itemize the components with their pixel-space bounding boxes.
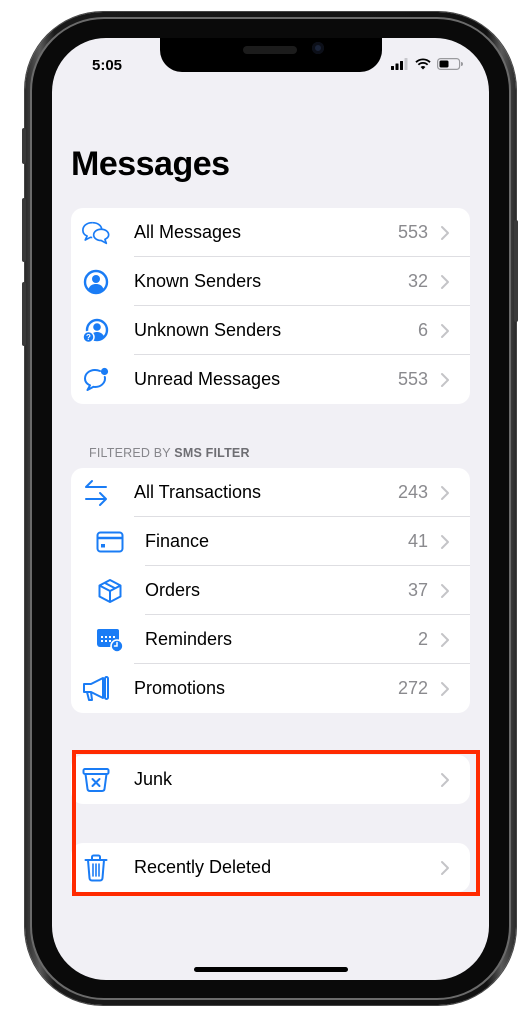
person-question-icon: ? bbox=[81, 316, 111, 346]
notch bbox=[160, 38, 382, 72]
row-all-messages[interactable]: All Messages 553 bbox=[71, 208, 470, 257]
mute-switch bbox=[22, 128, 26, 164]
row-count: 37 bbox=[407, 580, 428, 600]
section-header-filter-name: SMS FILTER bbox=[174, 446, 250, 460]
inbox-filters-card: All Messages 553 Known Senders 32 ? Unkn… bbox=[71, 208, 470, 404]
chevron-right-icon bbox=[441, 486, 449, 500]
calendar-clock-icon bbox=[95, 625, 125, 655]
row-count: 553 bbox=[397, 222, 428, 242]
row-count: 243 bbox=[397, 482, 428, 502]
row-label: Promotions bbox=[134, 678, 226, 698]
arrows-left-right-icon bbox=[81, 478, 111, 508]
chevron-right-icon bbox=[441, 682, 449, 696]
row-finance[interactable]: Finance 41 bbox=[71, 517, 470, 566]
row-label: Unknown Senders bbox=[134, 320, 282, 340]
row-label: All Messages bbox=[134, 222, 242, 242]
row-count: 272 bbox=[397, 678, 428, 698]
row-orders[interactable]: Orders 37 bbox=[71, 566, 470, 615]
page-title: Messages bbox=[71, 145, 230, 183]
home-indicator[interactable] bbox=[194, 967, 348, 972]
megaphone-icon bbox=[81, 674, 111, 704]
person-circle-icon bbox=[81, 267, 111, 297]
row-recently-deleted[interactable]: Recently Deleted bbox=[71, 843, 470, 892]
row-label: All Transactions bbox=[134, 482, 262, 502]
chevron-right-icon bbox=[441, 584, 449, 598]
recently-deleted-card: Recently Deleted bbox=[71, 843, 470, 892]
row-count: 32 bbox=[407, 271, 428, 291]
row-junk[interactable]: Junk bbox=[71, 755, 470, 804]
row-label: Orders bbox=[145, 580, 201, 600]
row-label: Reminders bbox=[145, 629, 233, 649]
chevron-right-icon bbox=[441, 275, 449, 289]
row-label: Unread Messages bbox=[134, 369, 281, 389]
wifi-icon bbox=[415, 58, 431, 70]
speaker bbox=[243, 46, 297, 54]
row-unknown-senders[interactable]: ? Unknown Senders 6 bbox=[71, 306, 470, 355]
row-count: 6 bbox=[417, 320, 428, 340]
row-count: 553 bbox=[397, 369, 428, 389]
row-label: Recently Deleted bbox=[134, 857, 272, 877]
signal-icon bbox=[391, 58, 408, 70]
volume-down-button bbox=[22, 282, 26, 346]
volume-up-button bbox=[22, 198, 26, 262]
battery-icon bbox=[437, 58, 463, 70]
status-time: 5:05 bbox=[92, 57, 123, 74]
row-label: Known Senders bbox=[134, 271, 262, 291]
row-unread-messages[interactable]: Unread Messages 553 bbox=[71, 355, 470, 404]
status-icons bbox=[391, 58, 463, 70]
front-camera bbox=[312, 42, 324, 54]
row-all-transactions[interactable]: All Transactions 243 bbox=[71, 468, 470, 517]
row-count: 2 bbox=[417, 629, 428, 649]
row-known-senders[interactable]: Known Senders 32 bbox=[71, 257, 470, 306]
sms-filter-card: All Transactions 243 Finance 41 Orders 3… bbox=[71, 468, 470, 713]
row-label: Junk bbox=[134, 769, 173, 789]
side-button bbox=[514, 220, 518, 322]
section-header: FILTERED BY SMS FILTER bbox=[89, 446, 250, 460]
chevron-right-icon bbox=[441, 324, 449, 338]
junk-bin-icon bbox=[81, 765, 111, 795]
trash-icon bbox=[81, 853, 111, 883]
unread-bubble-icon bbox=[81, 365, 111, 395]
chevron-right-icon bbox=[441, 633, 449, 647]
row-count: 41 bbox=[407, 531, 428, 551]
row-promotions[interactable]: Promotions 272 bbox=[71, 664, 470, 713]
chevron-right-icon bbox=[441, 535, 449, 549]
svg-text:?: ? bbox=[86, 333, 91, 342]
chevron-right-icon bbox=[441, 861, 449, 875]
chat-bubbles-icon bbox=[81, 218, 111, 248]
box-icon bbox=[95, 576, 125, 606]
section-header-prefix: FILTERED BY bbox=[89, 446, 175, 460]
chevron-right-icon bbox=[441, 226, 449, 240]
credit-card-icon bbox=[95, 527, 125, 557]
screen: 5:05 Messages All Messages 553 Known Sen… bbox=[52, 38, 489, 980]
chevron-right-icon bbox=[441, 773, 449, 787]
chevron-right-icon bbox=[441, 373, 449, 387]
row-label: Finance bbox=[145, 531, 210, 551]
row-reminders[interactable]: Reminders 2 bbox=[71, 615, 470, 664]
junk-card: Junk bbox=[71, 755, 470, 804]
